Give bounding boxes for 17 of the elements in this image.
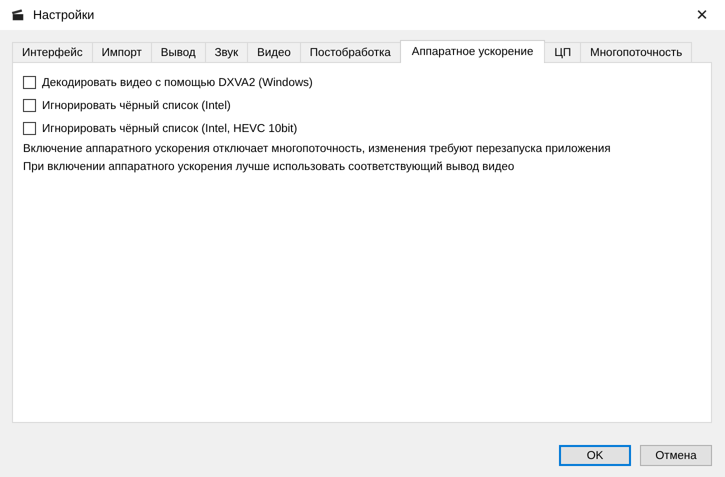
checkbox-label[interactable]: Игнорировать чёрный список (Intel, HEVC 10bit) <box>42 122 298 134</box>
dialog-button[interactable]: OK <box>559 445 631 466</box>
tab[interactable]: Многопоточность <box>580 42 692 62</box>
note-text: При включении аппаратного ускорения лучше использовать соответствующий вывод видео <box>23 161 516 173</box>
checkbox[interactable] <box>23 99 36 112</box>
checkbox-label[interactable]: Игнорировать чёрный список (Intel) <box>42 100 231 112</box>
clapperboard-icon <box>11 8 25 22</box>
dialog-button[interactable]: Отмена <box>640 445 712 466</box>
checkbox[interactable] <box>23 76 36 89</box>
window-title: Настройки <box>33 8 96 22</box>
tab[interactable]: ЦП <box>544 42 582 62</box>
tab[interactable]: Аппаратное ускорение <box>400 40 546 63</box>
tab[interactable]: Интерфейс <box>12 42 93 62</box>
checkbox[interactable] <box>23 122 36 135</box>
note-text: Включение аппаратного ускорения отключает многопоточность, изменения требуют перезапуска приложения <box>23 143 612 155</box>
close-button[interactable]: ✕ <box>679 0 725 30</box>
checkbox-label[interactable]: Декодировать видео с помощью DXVA2 (Windows) <box>42 76 313 88</box>
